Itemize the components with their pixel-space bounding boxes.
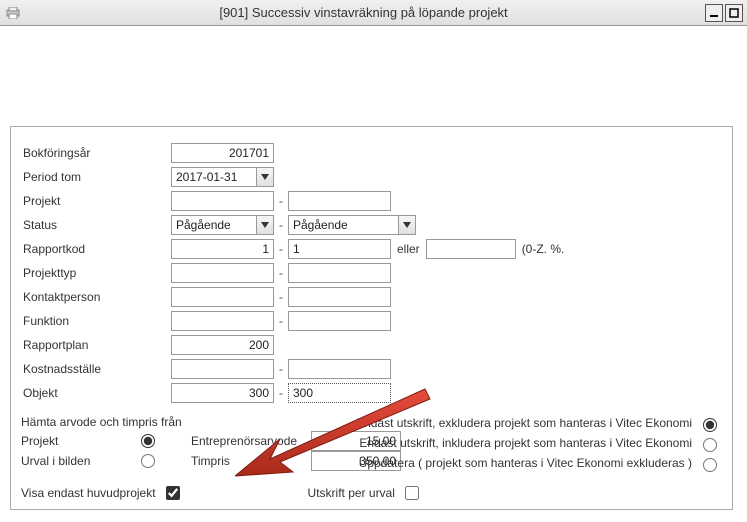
- minimize-button[interactable]: [705, 4, 723, 22]
- hamta-urval-radio[interactable]: [141, 454, 155, 468]
- objekt-to-input[interactable]: [288, 383, 391, 403]
- form-panel: Bokföringsår Period tom Projekt - Status…: [10, 126, 733, 510]
- rapportkod-from-input[interactable]: [171, 239, 274, 259]
- funktion-from-input[interactable]: [171, 311, 274, 331]
- objekt-label: Objekt: [21, 386, 171, 400]
- hamta-projekt-label: Projekt: [21, 434, 141, 448]
- funktion-to-input[interactable]: [288, 311, 391, 331]
- kontaktperson-from-input[interactable]: [171, 287, 274, 307]
- utskrift-per-urval-checkbox[interactable]: [405, 486, 419, 500]
- range-separator: -: [274, 218, 288, 232]
- entreprenorsarvode-label: Entreprenörsarvode: [191, 434, 311, 448]
- hamta-title: Hämta arvode och timpris från: [21, 415, 191, 429]
- range-separator: -: [274, 266, 288, 280]
- range-separator: -: [274, 290, 288, 304]
- objekt-from-input[interactable]: [171, 383, 274, 403]
- funktion-label: Funktion: [21, 314, 171, 328]
- range-separator: -: [274, 386, 288, 400]
- projekttyp-from-input[interactable]: [171, 263, 274, 283]
- chevron-down-icon[interactable]: [256, 215, 274, 235]
- hamta-projekt-radio[interactable]: [141, 434, 155, 448]
- rapportplan-input[interactable]: [171, 335, 274, 355]
- kostnadsstalle-to-input[interactable]: [288, 359, 391, 379]
- rapportplan-label: Rapportplan: [21, 338, 171, 352]
- opt3-label: Uppdatera ( projekt som hanteras i Vitec…: [359, 456, 692, 470]
- period-tom-input[interactable]: [171, 167, 256, 187]
- timpris-label: Timpris: [191, 454, 311, 468]
- status-label: Status: [21, 218, 171, 232]
- projekt-label: Projekt: [21, 194, 171, 208]
- kostnadsstalle-label: Kostnadsställe: [21, 362, 171, 376]
- rapportkod-label: Rapportkod: [21, 242, 171, 256]
- period-tom-label: Period tom: [21, 170, 171, 184]
- hamta-urval-label: Urval i bilden: [21, 454, 141, 468]
- window-title: [901] Successiv vinstavräkning på löpand…: [22, 5, 705, 20]
- chevron-down-icon[interactable]: [398, 215, 416, 235]
- bokforingsar-input[interactable]: [171, 143, 274, 163]
- projekt-from-input[interactable]: [171, 191, 274, 211]
- visa-huvudprojekt-checkbox[interactable]: [166, 486, 180, 500]
- kontaktperson-to-input[interactable]: [288, 287, 391, 307]
- kostnadsstalle-from-input[interactable]: [171, 359, 274, 379]
- rapportkod-hint: (0-Z. %.: [522, 242, 565, 256]
- opt1-label: Endast utskrift, exkludera projekt som h…: [356, 416, 692, 430]
- range-separator: -: [274, 194, 288, 208]
- utskrift-per-urval-label: Utskrift per urval: [308, 486, 395, 500]
- titlebar: [901] Successiv vinstavräkning på löpand…: [0, 0, 747, 26]
- rapportkod-eller-input[interactable]: [426, 239, 516, 259]
- status-to-input[interactable]: [288, 215, 398, 235]
- eller-label: eller: [397, 242, 420, 256]
- projekt-to-input[interactable]: [288, 191, 391, 211]
- kontaktperson-label: Kontaktperson: [21, 290, 171, 304]
- printer-icon: [4, 6, 22, 20]
- opt2-radio[interactable]: [703, 438, 717, 452]
- range-separator: -: [274, 314, 288, 328]
- visa-huvudprojekt-label: Visa endast huvudprojekt: [21, 486, 156, 500]
- status-from-input[interactable]: [171, 215, 256, 235]
- opt2-label: Endast utskrift, inkludera projekt som h…: [359, 436, 692, 450]
- bokforingsar-label: Bokföringsår: [21, 146, 171, 160]
- rapportkod-to-input[interactable]: [288, 239, 391, 259]
- range-separator: -: [274, 362, 288, 376]
- projekttyp-to-input[interactable]: [288, 263, 391, 283]
- range-separator: -: [274, 242, 288, 256]
- opt3-radio[interactable]: [703, 458, 717, 472]
- chevron-down-icon[interactable]: [256, 167, 274, 187]
- opt1-radio[interactable]: [703, 418, 717, 432]
- projekttyp-label: Projekttyp: [21, 266, 171, 280]
- maximize-button[interactable]: [725, 4, 743, 22]
